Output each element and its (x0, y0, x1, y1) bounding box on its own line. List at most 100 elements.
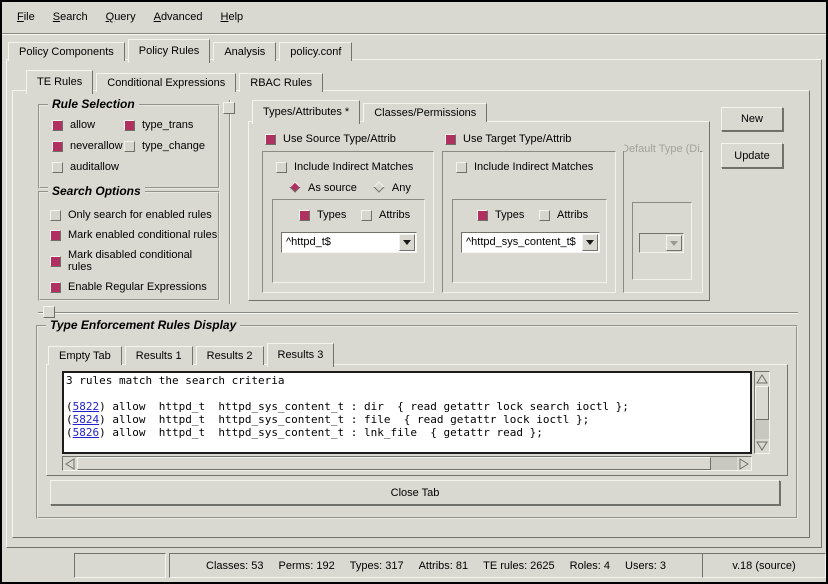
tab-rbac-rules[interactable]: RBAC Rules (239, 73, 323, 92)
target-attribs-checkbox[interactable]: Attribs (539, 209, 588, 221)
tab-results-2[interactable]: Results 2 (196, 346, 264, 365)
checkbox-indicator (361, 210, 372, 221)
menu-help[interactable]: Help (212, 8, 253, 26)
combobox-value (640, 234, 665, 252)
update-button[interactable]: Update (721, 143, 783, 168)
paren: ) (99, 413, 106, 426)
menu-file[interactable]: File (8, 8, 44, 26)
vertical-sash-handle[interactable] (223, 102, 235, 114)
results-text-area[interactable]: 3 rules match the search criteria (5822)… (62, 371, 752, 454)
checkbox-auditallow[interactable]: auditallow (52, 161, 124, 173)
checkbox-indicator (477, 210, 488, 221)
checkbox-mark-enabled-conditional-rules[interactable]: Mark enabled conditional rules (50, 229, 218, 241)
combobox-dropdown-button[interactable] (399, 234, 415, 251)
menu-advanced[interactable]: Advanced (145, 8, 212, 26)
checkbox-mark-disabled-conditional-rules[interactable]: Mark disabled conditional rules (50, 249, 218, 273)
scroll-up-button[interactable] (755, 372, 769, 386)
close-tab-button[interactable]: Close Tab (50, 480, 780, 505)
source-type-combobox[interactable]: ^httpd_t$ (281, 232, 417, 253)
checkbox-indicator (276, 162, 287, 173)
target-indirect-checkbox[interactable]: Include Indirect Matches (456, 161, 593, 173)
checkbox-enable-regular-expressions[interactable]: Enable Regular Expressions (50, 281, 218, 293)
target-types-frame: Types Attribs ^httpd_sys_content_t$ (452, 199, 607, 283)
menu-search[interactable]: Search (44, 8, 97, 26)
scrollbar-trough[interactable] (77, 457, 737, 470)
new-button[interactable]: New (721, 107, 783, 131)
arrow-up-icon (756, 374, 768, 384)
tab-policy-conf[interactable]: policy.conf (279, 42, 352, 61)
tab-policy-rules[interactable]: Policy Rules (128, 39, 211, 63)
checkbox-indicator (52, 141, 63, 152)
target-type-combobox[interactable]: ^httpd_sys_content_t$ (461, 232, 600, 253)
checkbox-label: neverallow (70, 140, 123, 152)
tab-te-rules[interactable]: TE Rules (26, 70, 93, 94)
checkbox-label: Include Indirect Matches (294, 161, 413, 173)
use-source-type-checkbox[interactable]: Use Source Type/Attrib (265, 133, 396, 145)
tab-types-attributes[interactable]: Types/Attributes * (252, 100, 360, 124)
default-type-frame: Default Type (Disabled) (623, 151, 703, 293)
paren: ) (99, 400, 106, 413)
default-type-inner-frame (632, 202, 692, 280)
result-rule-line: (5826) allow httpd_t httpd_sys_content_t… (66, 426, 748, 439)
source-attribs-checkbox[interactable]: Attribs (361, 209, 410, 221)
stat-users: Users: 3 (625, 560, 666, 572)
results-vertical-scrollbar[interactable] (754, 371, 770, 454)
stat-types: Types: 317 (350, 560, 404, 572)
tab-empty-tab[interactable]: Empty Tab (48, 346, 122, 365)
checkbox-indicator (265, 134, 276, 145)
use-target-type-checkbox[interactable]: Use Target Type/Attrib (445, 133, 571, 145)
types-attributes-panel: Use Source Type/Attrib Include Indirect … (248, 121, 710, 301)
results-tab-bar: Empty TabResults 1Results 2Results 3 (48, 343, 337, 365)
horizontal-sash-handle[interactable] (43, 306, 55, 318)
checkbox-type-change[interactable]: type_change (124, 140, 218, 152)
tab-classes-permissions[interactable]: Classes/Permissions (363, 103, 487, 122)
menu-query[interactable]: Query (97, 8, 145, 26)
combobox-dropdown-button[interactable] (582, 234, 598, 251)
scrollbar-thumb[interactable] (77, 457, 711, 470)
checkbox-indicator (299, 210, 310, 221)
target-types-checkbox[interactable]: Types (477, 209, 524, 221)
checkbox-label: Attribs (557, 209, 588, 221)
tab-policy-components[interactable]: Policy Components (8, 42, 125, 61)
any-radio[interactable]: Any (373, 181, 411, 194)
checkbox-label: Mark enabled conditional rules (68, 229, 217, 241)
tab-analysis[interactable]: Analysis (213, 42, 276, 61)
checkbox-only-search-for-enabled-rules[interactable]: Only search for enabled rules (50, 209, 218, 221)
scroll-down-button[interactable] (755, 439, 769, 453)
checkbox-indicator (456, 162, 467, 173)
menu-bar: FileSearchQueryAdvancedHelp (2, 2, 826, 32)
combobox-value: ^httpd_sys_content_t$ (462, 233, 581, 252)
as-source-radio[interactable]: As source (289, 181, 357, 194)
rule-id-link[interactable]: 5824 (73, 413, 100, 426)
status-box-empty (74, 553, 166, 578)
tab-conditional-expressions[interactable]: Conditional Expressions (96, 73, 236, 92)
scrollbar-thumb[interactable] (755, 386, 769, 420)
source-types-checkbox[interactable]: Types (299, 209, 346, 221)
results-horizontal-scrollbar[interactable] (62, 456, 752, 471)
paren: ( (66, 426, 73, 439)
search-options-title: Search Options (48, 184, 145, 198)
checkbox-indicator (52, 162, 63, 173)
stat-perms: Perms: 192 (279, 560, 335, 572)
checkbox-indicator (124, 120, 135, 131)
checkbox-indicator (539, 210, 550, 221)
stat-te-rules: TE rules: 2625 (483, 560, 555, 572)
checkbox-neverallow[interactable]: neverallow (52, 140, 124, 152)
tab-results-1[interactable]: Results 1 (125, 346, 193, 365)
rule-id-link[interactable]: 5826 (73, 426, 100, 439)
arrow-left-icon (65, 458, 75, 470)
checkbox-type-trans[interactable]: type_trans (124, 119, 218, 131)
rule-id-link[interactable]: 5822 (73, 400, 100, 413)
types-attributes-tab-bar: Types/Attributes *Classes/Permissions (252, 100, 490, 122)
scroll-left-button[interactable] (63, 457, 77, 470)
tab-results-3[interactable]: Results 3 (267, 343, 335, 367)
stat-roles: Roles: 4 (570, 560, 610, 572)
source-indirect-checkbox[interactable]: Include Indirect Matches (276, 161, 413, 173)
checkbox-label: Use Source Type/Attrib (283, 133, 396, 145)
radio-label: As source (308, 182, 357, 194)
default-type-label: Default Type (Disabled) (624, 143, 700, 155)
scroll-right-button[interactable] (737, 457, 751, 470)
checkbox-label: Types (495, 209, 524, 221)
scrollbar-trough[interactable] (755, 386, 769, 439)
checkbox-allow[interactable]: allow (52, 119, 124, 131)
